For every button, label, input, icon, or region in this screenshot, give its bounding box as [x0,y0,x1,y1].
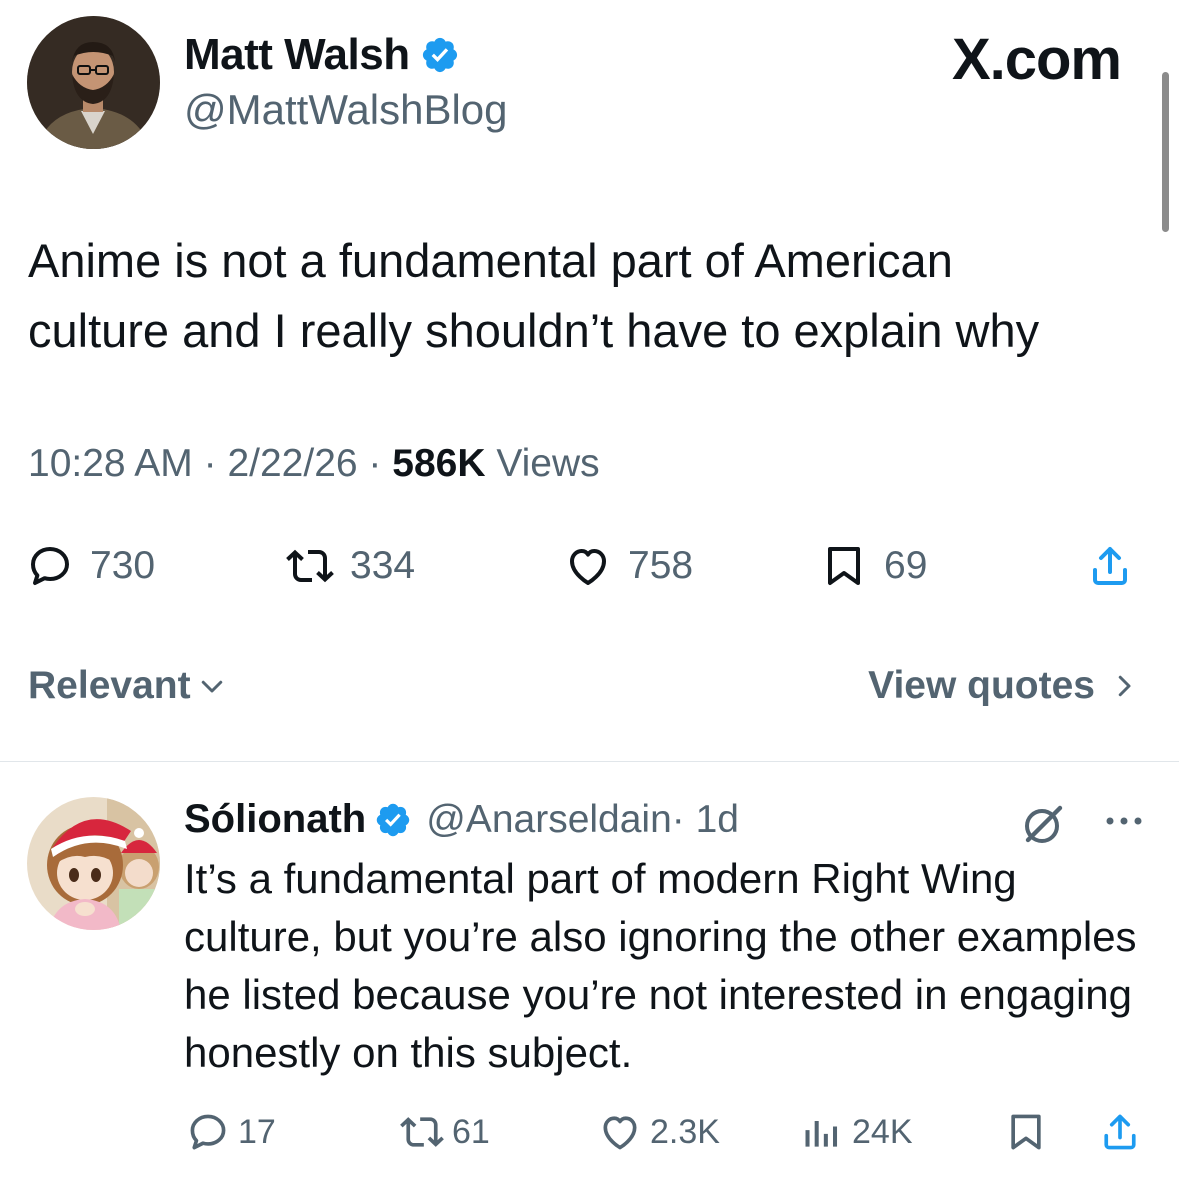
reply-reply-count: 17 [238,1112,276,1151]
reply-icon [31,547,69,585]
more-icon[interactable] [1100,806,1148,836]
chevron-down-icon [201,680,222,693]
bookmark-button[interactable]: 69 [820,542,927,590]
share-icon [1093,547,1127,585]
author-name-row[interactable]: Matt Walsh [184,30,460,80]
reply-time[interactable]: · 1d [672,798,739,842]
reply-icon [190,1114,226,1150]
reply-author-handle[interactable]: @Anarseldain [426,798,672,842]
repost-icon [286,549,334,583]
scrollbar[interactable] [1162,72,1169,232]
like-icon [603,1116,637,1150]
views-count[interactable]: 586K [392,442,485,485]
share-button[interactable] [1086,542,1134,590]
view-quotes-link[interactable]: View quotes [868,664,1139,708]
share-icon [1104,1114,1136,1150]
views-icon [805,1121,838,1147]
chevron-right-icon [1118,675,1131,697]
reply-text: It’s a fundamental part of modern Right … [184,855,1137,1076]
author-handle[interactable]: @MattWalshBlog [184,86,508,134]
author-avatar[interactable] [27,16,160,149]
reply-repost-count: 61 [452,1112,490,1151]
tweet-meta: 10:28 AM · 2/22/26 · 586K Views [28,442,600,486]
like-button[interactable]: 758 [564,542,693,590]
tweet-detail-view: Matt Walsh @MattWalshBlog X.com Anime is… [0,0,1179,1185]
reply-repost-button[interactable]: 61 [400,1110,490,1154]
brand-logo-text: X.com [951,27,1122,92]
reply-count: 730 [90,544,156,587]
meta-separator: · [357,442,393,485]
tweet-text: Anime is not a fundamental part of Ameri… [28,226,1158,366]
reply-like-count: 2.3K [650,1112,720,1151]
repost-icon [400,1117,444,1147]
tweet-time[interactable]: 10:28 AM [28,442,193,485]
reply-share-button[interactable] [1098,1110,1142,1154]
bookmark-icon [1011,1114,1041,1150]
reply-bookmark-button[interactable] [1004,1110,1048,1154]
reply-author-avatar[interactable] [27,797,160,930]
tweet-date[interactable]: 2/22/26 [227,442,357,485]
divider [0,761,1179,762]
repost-count: 334 [350,544,416,587]
reply-views-button[interactable]: 24K [800,1110,913,1154]
tweet-text-line-1: Anime is not a fundamental part of Ameri… [28,234,953,287]
reply-author-name[interactable]: Sólionath [184,797,366,842]
tweet-actions: 730 334 758 69 [0,536,1179,600]
verified-badge-icon [376,803,410,836]
like-count: 758 [628,544,694,587]
grok-icon[interactable] [1020,800,1068,848]
views-label: Views [496,442,600,485]
reply-reply-button[interactable]: 17 [186,1110,276,1154]
meta-separator: · [192,442,228,485]
bookmark-icon [828,547,860,585]
sort-label: Relevant [28,664,191,707]
sort-replies-dropdown[interactable]: Relevant [28,664,227,708]
repost-button[interactable]: 334 [286,542,415,590]
reply-views-count: 24K [852,1112,913,1151]
reply-actions: 17 61 2.3K 24K [0,1108,1179,1158]
verified-badge-icon [422,37,457,73]
reply-button[interactable]: 730 [26,542,155,590]
reply-like-button[interactable]: 2.3K [598,1110,720,1154]
view-quotes-label: View quotes [868,664,1095,707]
bookmark-count: 69 [884,544,928,587]
author-name[interactable]: Matt Walsh [184,30,410,80]
like-icon [570,549,606,585]
tweet-text-line-2: culture and I really shouldn’t have to e… [28,304,1040,357]
reply-header: Sólionath @Anarseldain · 1d [184,797,739,842]
